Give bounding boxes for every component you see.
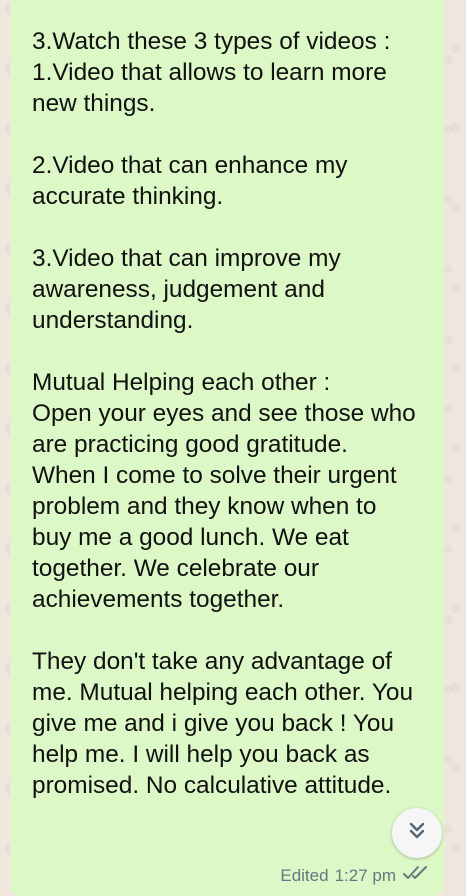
double-check-icon [402,865,432,886]
message-meta: Edited 1:27 pm [280,865,432,886]
message-time: 1:27 pm [334,865,396,885]
double-chevron-down-icon [406,820,428,847]
message-bubble[interactable]: 3.Watch these 3 types of videos : 1.Vide… [10,0,444,896]
message-text: 3.Watch these 3 types of videos : 1.Vide… [32,28,416,799]
edited-label: Edited [280,865,329,885]
scroll-down-button[interactable] [392,808,442,858]
